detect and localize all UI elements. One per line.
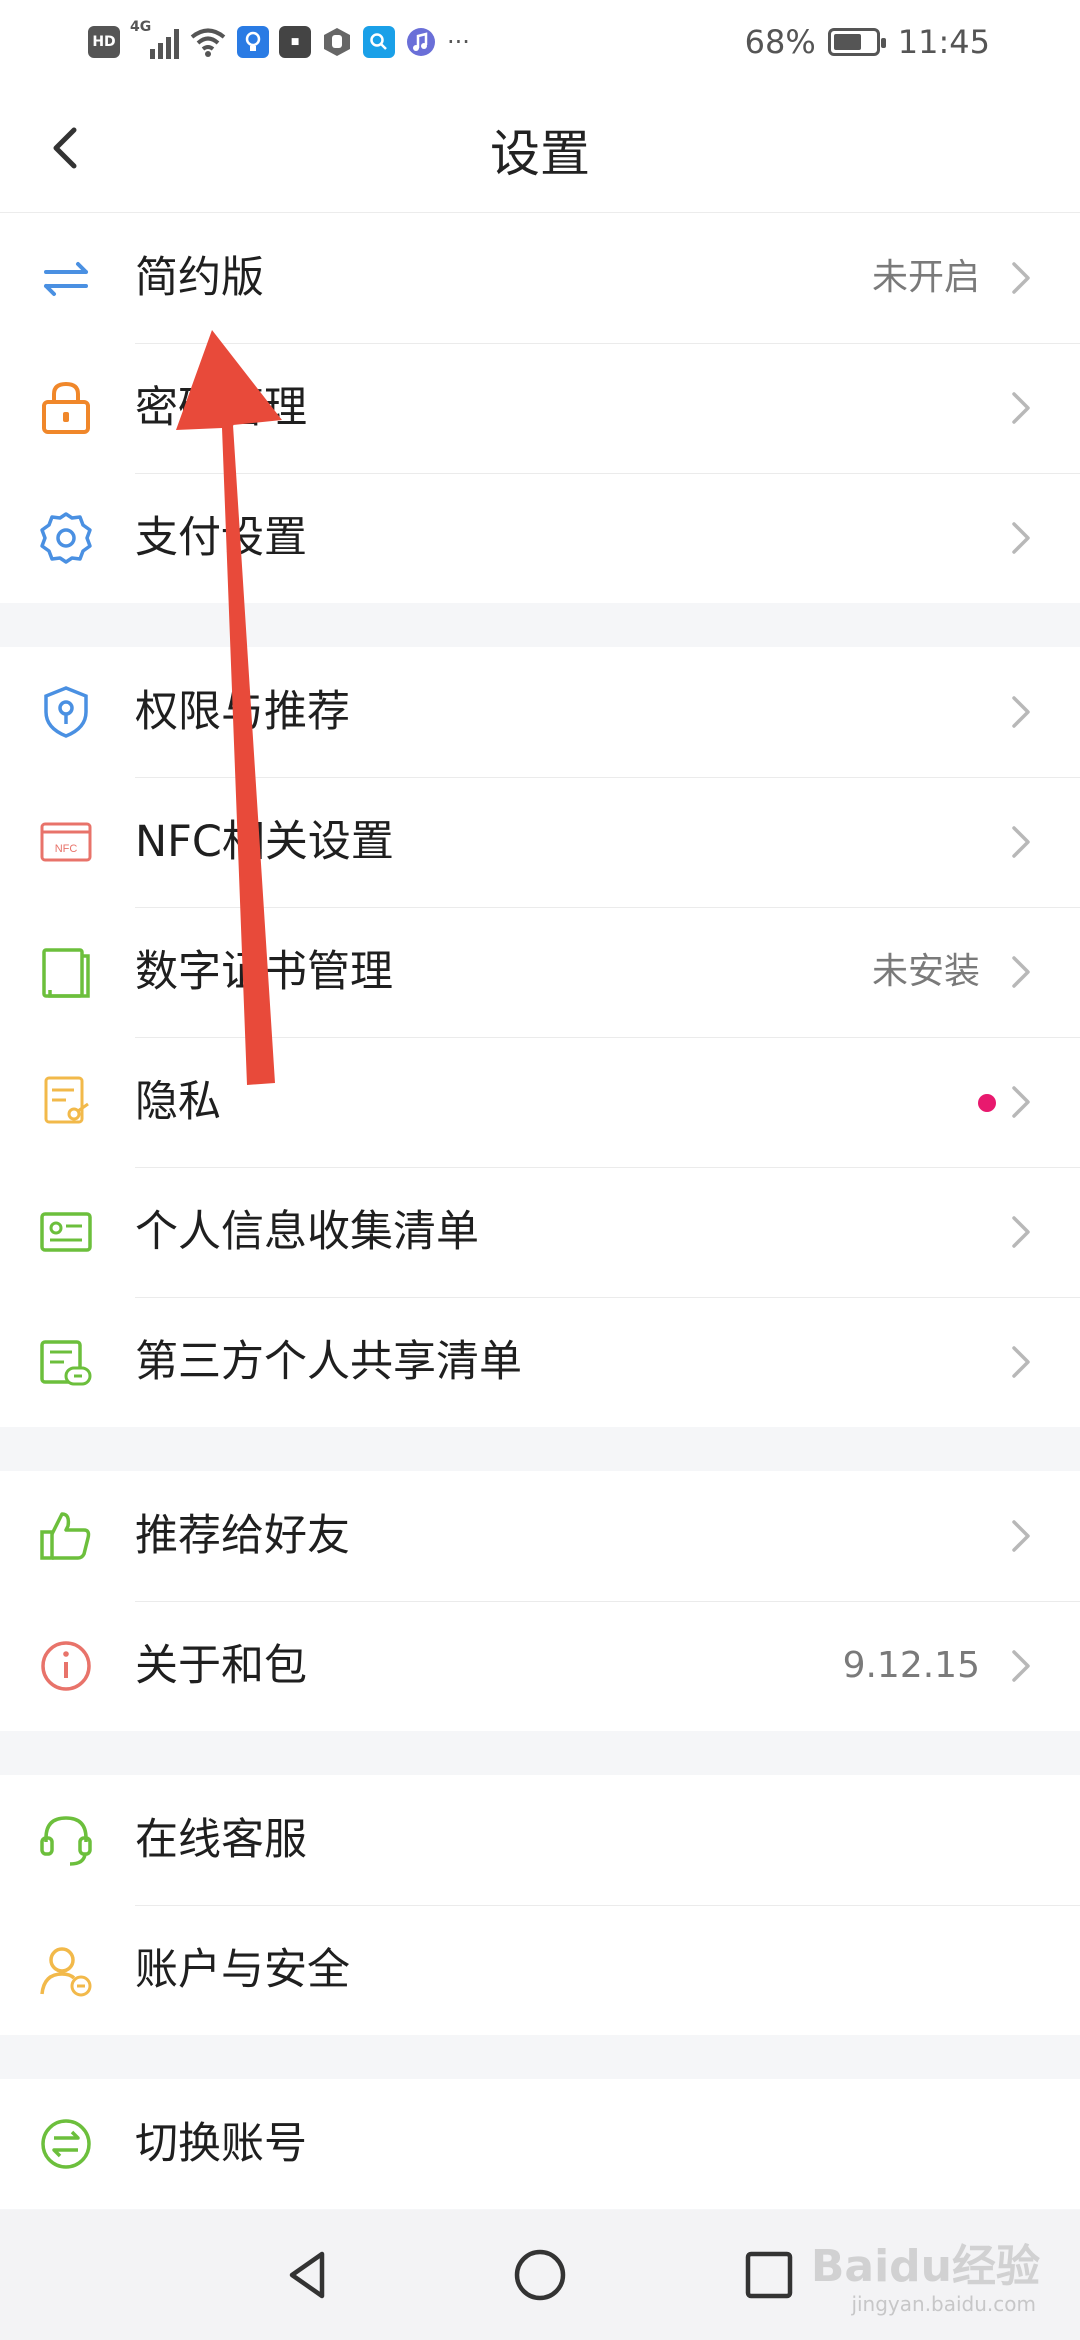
settings-group: 在线客服 账户与安全 (0, 1775, 1080, 2035)
settings-row[interactable]: 在线客服 (0, 1775, 1080, 1905)
chevron-right-icon (1012, 1650, 1030, 1682)
signal-icon: 4G (130, 19, 179, 59)
settings-group: 简约版 未开启 密码管理 支付设置 (0, 213, 1080, 603)
settings-row-label: 支付设置 (135, 513, 307, 563)
huawei-app-icon: ■ (279, 26, 311, 58)
shield-key-icon (44, 686, 88, 738)
battery-percent: 68% (744, 23, 816, 61)
chevron-right-icon (1012, 262, 1030, 294)
settings-row-label: 简约版 (135, 253, 264, 303)
chevron-right-icon (1012, 1216, 1030, 1248)
search-app-icon (363, 26, 395, 58)
switch-account-icon (41, 2119, 91, 2169)
settings-group: 推荐给好友 关于和包 9.12.15 (0, 1471, 1080, 1731)
certificate-icon (42, 948, 90, 998)
chevron-right-icon (1012, 1086, 1030, 1118)
section-gap (0, 603, 1080, 647)
battery-level-fill (833, 34, 861, 50)
section-gap (0, 2035, 1080, 2079)
settings-row[interactable]: 关于和包 9.12.15 (0, 1601, 1080, 1731)
settings-row-label: NFC相关设置 (135, 817, 394, 867)
settings-row[interactable]: 第三方个人共享清单 (0, 1297, 1080, 1427)
settings-group: 权限与推荐 NFC NFC相关设置 数字证书管理 未安装 隐私 个人信息收集清单 (0, 647, 1080, 1427)
music-app-icon (407, 28, 435, 56)
section-gap (0, 1731, 1080, 1775)
settings-row[interactable]: 推荐给好友 (0, 1471, 1080, 1601)
info-icon (41, 1641, 91, 1691)
thumbs-up-icon (40, 1512, 91, 1560)
settings-row-label: 权限与推荐 (135, 687, 350, 737)
settings-row-label: 在线客服 (135, 1815, 307, 1865)
hd-badge: HD (88, 26, 120, 58)
settings-row-label: 关于和包 (135, 1641, 307, 1691)
nfc-card-icon: NFC (40, 822, 92, 862)
gear-icon (40, 512, 92, 564)
settings-row[interactable]: 个人信息收集清单 (0, 1167, 1080, 1297)
network-type-label: 4G (130, 19, 152, 35)
page-title: 设置 (490, 125, 590, 183)
chevron-right-icon (1012, 392, 1030, 424)
settings-row-label: 密码管理 (135, 383, 307, 433)
status-icons-left: HD 4G ■ ··· (88, 19, 470, 62)
settings-row[interactable]: 权限与推荐 (0, 647, 1080, 777)
settings-row[interactable]: 密码管理 (0, 343, 1080, 473)
settings-list: 简约版 未开启 密码管理 支付设置 权限与推荐 NFC NFC相关设置 数字证书… (0, 213, 1080, 2209)
settings-row-value: 未安装 (871, 951, 980, 992)
settings-row[interactable]: 切换账号 (0, 2079, 1080, 2209)
clock: 11:45 (897, 23, 990, 61)
title-bar: 设置 (0, 84, 1080, 213)
settings-row-value: 9.12.15 (842, 1645, 980, 1686)
settings-row-value: 未开启 (871, 257, 980, 298)
home-circle-icon[interactable] (507, 2242, 573, 2308)
chevron-right-icon (1012, 1520, 1030, 1552)
id-card-icon (40, 1212, 92, 1252)
settings-row[interactable]: 数字证书管理 未安装 (0, 907, 1080, 1037)
settings-group: 切换账号 (0, 2079, 1080, 2209)
watermark-url: jingyan.baidu.com (851, 2292, 1036, 2316)
settings-row-label: 推荐给好友 (135, 1511, 350, 1561)
settings-row-label: 账户与安全 (135, 1945, 350, 1995)
section-gap (0, 1427, 1080, 1471)
settings-row-label: 隐私 (135, 1077, 221, 1127)
settings-row[interactable]: 隐私 (0, 1037, 1080, 1167)
recents-square-icon[interactable] (736, 2242, 802, 2308)
privacy-doc-icon (44, 1076, 89, 1124)
chevron-right-icon (1012, 1346, 1030, 1378)
settings-row[interactable]: 账户与安全 (0, 1905, 1080, 2035)
headset-icon (40, 1816, 92, 1866)
wifi-icon (190, 28, 226, 57)
settings-row[interactable]: NFC NFC相关设置 (0, 777, 1080, 907)
back-triangle-icon[interactable] (276, 2242, 342, 2308)
chevron-right-icon (1012, 522, 1030, 554)
swap-arrows-icon (44, 262, 88, 296)
chevron-right-icon (1012, 956, 1030, 988)
share-list-icon (40, 1340, 92, 1386)
chevron-right-icon (1012, 826, 1030, 858)
chevron-right-icon (1012, 696, 1030, 728)
status-bar: HD 4G ■ ··· 68% 11:45 (0, 0, 1080, 84)
new-badge-dot (978, 1094, 996, 1112)
user-shield-icon (40, 1947, 92, 1997)
settings-row[interactable]: 简约版 未开启 (0, 213, 1080, 343)
svg-text:NFC: NFC (55, 843, 78, 855)
settings-row-label: 个人信息收集清单 (135, 1207, 479, 1257)
lock-icon (42, 381, 90, 434)
hand-app-icon (324, 28, 350, 56)
watermark-logo: Baidu经验 (810, 2241, 1040, 2292)
settings-row-label: 第三方个人共享清单 (135, 1337, 522, 1387)
more-status-icon: ··· (447, 28, 470, 56)
settings-row-label: 切换账号 (135, 2119, 307, 2169)
status-icons-right: 68% 11:45 (745, 18, 990, 66)
settings-row-label: 数字证书管理 (135, 947, 393, 997)
settings-row[interactable]: 支付设置 (0, 473, 1080, 603)
battery-icon (827, 28, 886, 56)
bulb-app-icon (237, 26, 269, 58)
